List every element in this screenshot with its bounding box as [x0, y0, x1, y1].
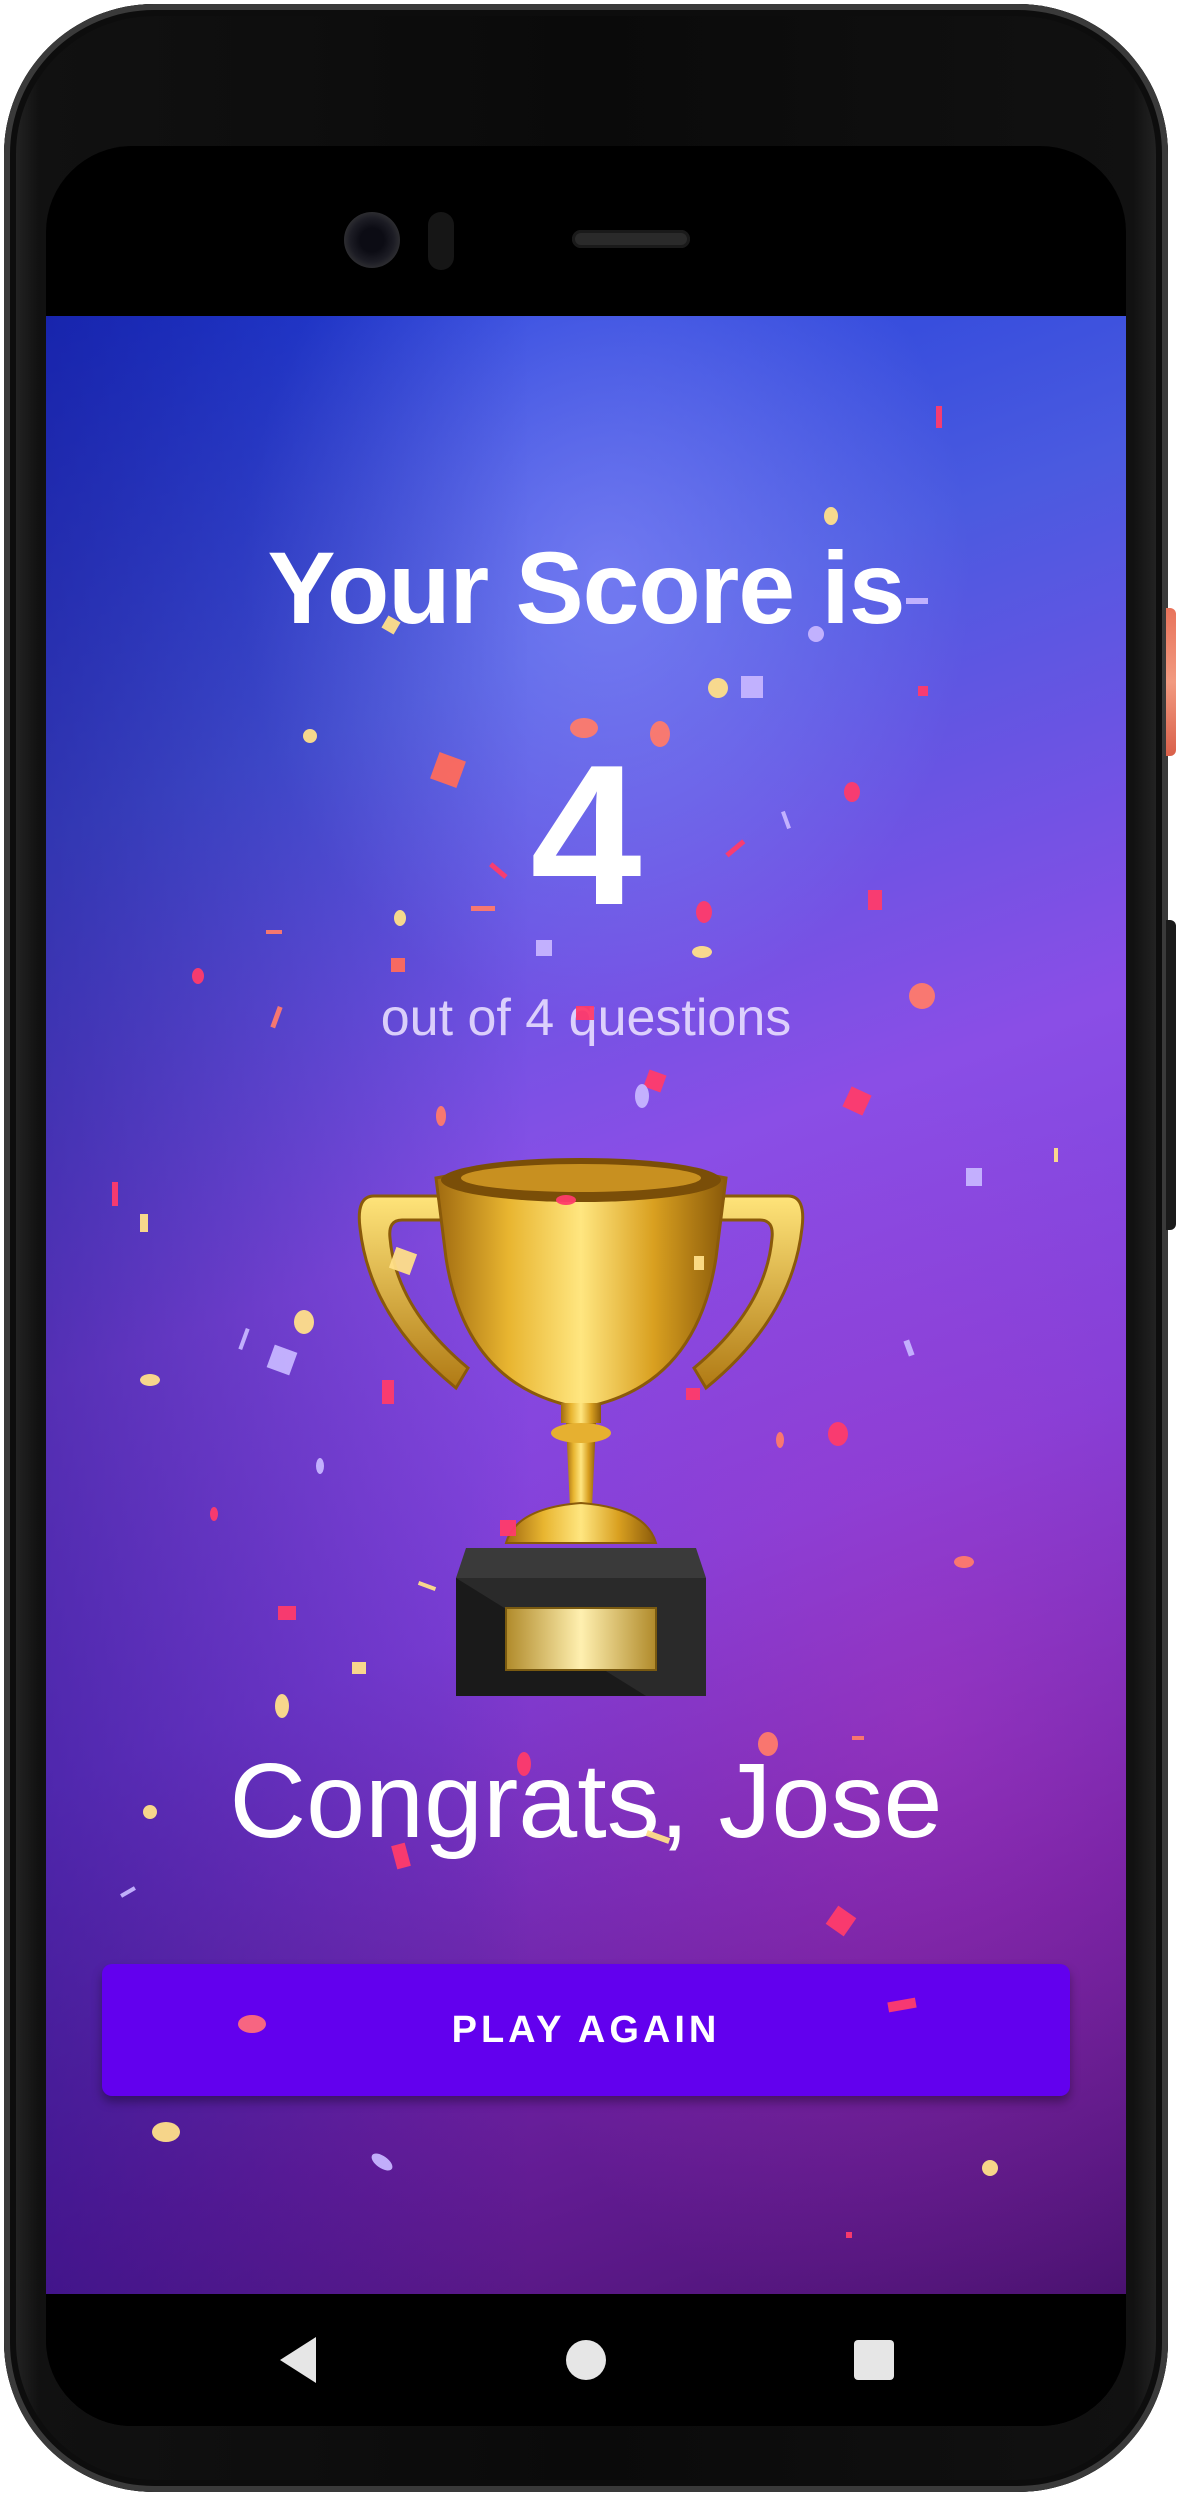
power-button: [1166, 608, 1176, 756]
score-value: 4: [530, 724, 642, 947]
volume-button: [1166, 920, 1176, 1230]
congrats-message: Congrats, Jose: [229, 1742, 943, 1860]
score-subtitle: out of 4 questions: [380, 989, 792, 1047]
front-camera: [344, 212, 400, 268]
score-screen: Your Score is 4 out of 4 questions Congr…: [46, 316, 1126, 2294]
home-circle-icon[interactable]: [556, 2330, 616, 2390]
back-triangle-icon[interactable]: [268, 2330, 328, 2390]
recents-square-icon[interactable]: [844, 2330, 904, 2390]
device-bezel: Your Score is 4 out of 4 questions Congr…: [46, 146, 1126, 2426]
play-again-button[interactable]: PLAY AGAIN: [102, 1964, 1070, 2096]
trophy-icon: [357, 1158, 805, 1696]
system-navigation-bar: [46, 2294, 1126, 2426]
score-title: Your Score is: [267, 531, 905, 645]
earpiece-speaker: [572, 230, 690, 248]
proximity-sensor: [428, 212, 454, 270]
